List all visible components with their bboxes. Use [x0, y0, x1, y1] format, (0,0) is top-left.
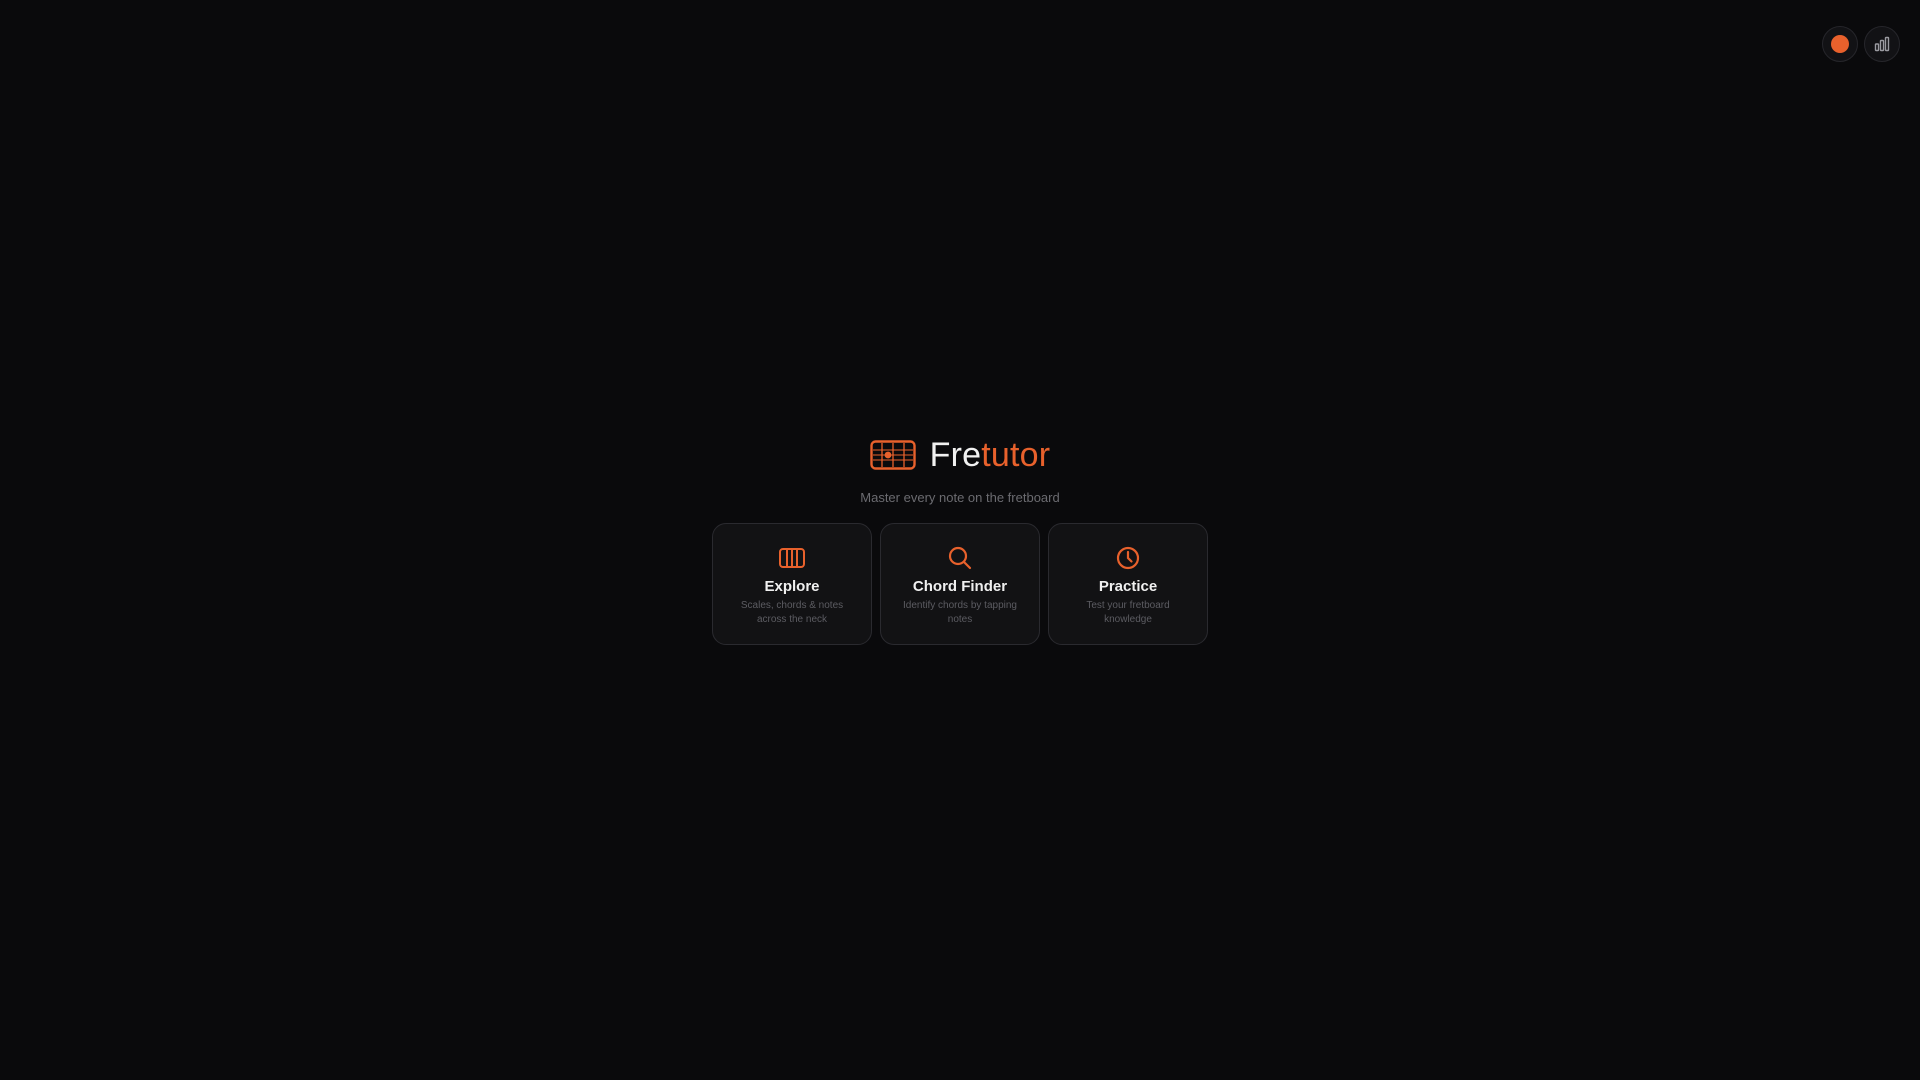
tagline: Master every note on the fretboard: [860, 490, 1060, 505]
stats-button[interactable]: [1864, 26, 1900, 62]
explore-card-description: Scales, chords & notes across the neck: [740, 600, 844, 625]
explore-card[interactable]: Explore Scales, chords & notes across th…: [712, 523, 872, 645]
accent-color-button[interactable]: [1822, 26, 1858, 62]
clock-icon: [1114, 544, 1142, 572]
bar-chart-icon: [1874, 36, 1890, 52]
fretboard-grid-icon: [778, 544, 806, 572]
app-title-plain: Fre: [929, 435, 982, 474]
practice-card[interactable]: Practice Test your fretboard knowledge: [1048, 523, 1208, 645]
search-icon: [946, 544, 974, 572]
accent-color-dot-icon: [1831, 35, 1849, 53]
app-title-accent: tutor: [981, 435, 1051, 474]
practice-card-title: Practice: [1098, 578, 1158, 595]
app-title: Fretutor: [930, 436, 1051, 475]
chord-finder-card-title: Chord Finder: [912, 578, 1008, 595]
home-screen: Fretutor Master every note on the fretbo…: [0, 0, 1920, 1080]
mode-cards: Explore Scales, chords & notes across th…: [712, 523, 1208, 645]
chord-finder-card-description: Identify chords by tapping notes: [903, 600, 1017, 625]
chord-finder-card[interactable]: Chord Finder Identify chords by tapping …: [880, 523, 1040, 645]
hero: Fretutor Master every note on the fretbo…: [0, 434, 1920, 645]
practice-card-description: Test your fretboard knowledge: [1086, 600, 1170, 625]
explore-card-title: Explore: [764, 578, 820, 595]
fretboard-icon: [869, 440, 916, 470]
top-controls: [1822, 26, 1900, 62]
brand: Fretutor: [869, 434, 1051, 476]
